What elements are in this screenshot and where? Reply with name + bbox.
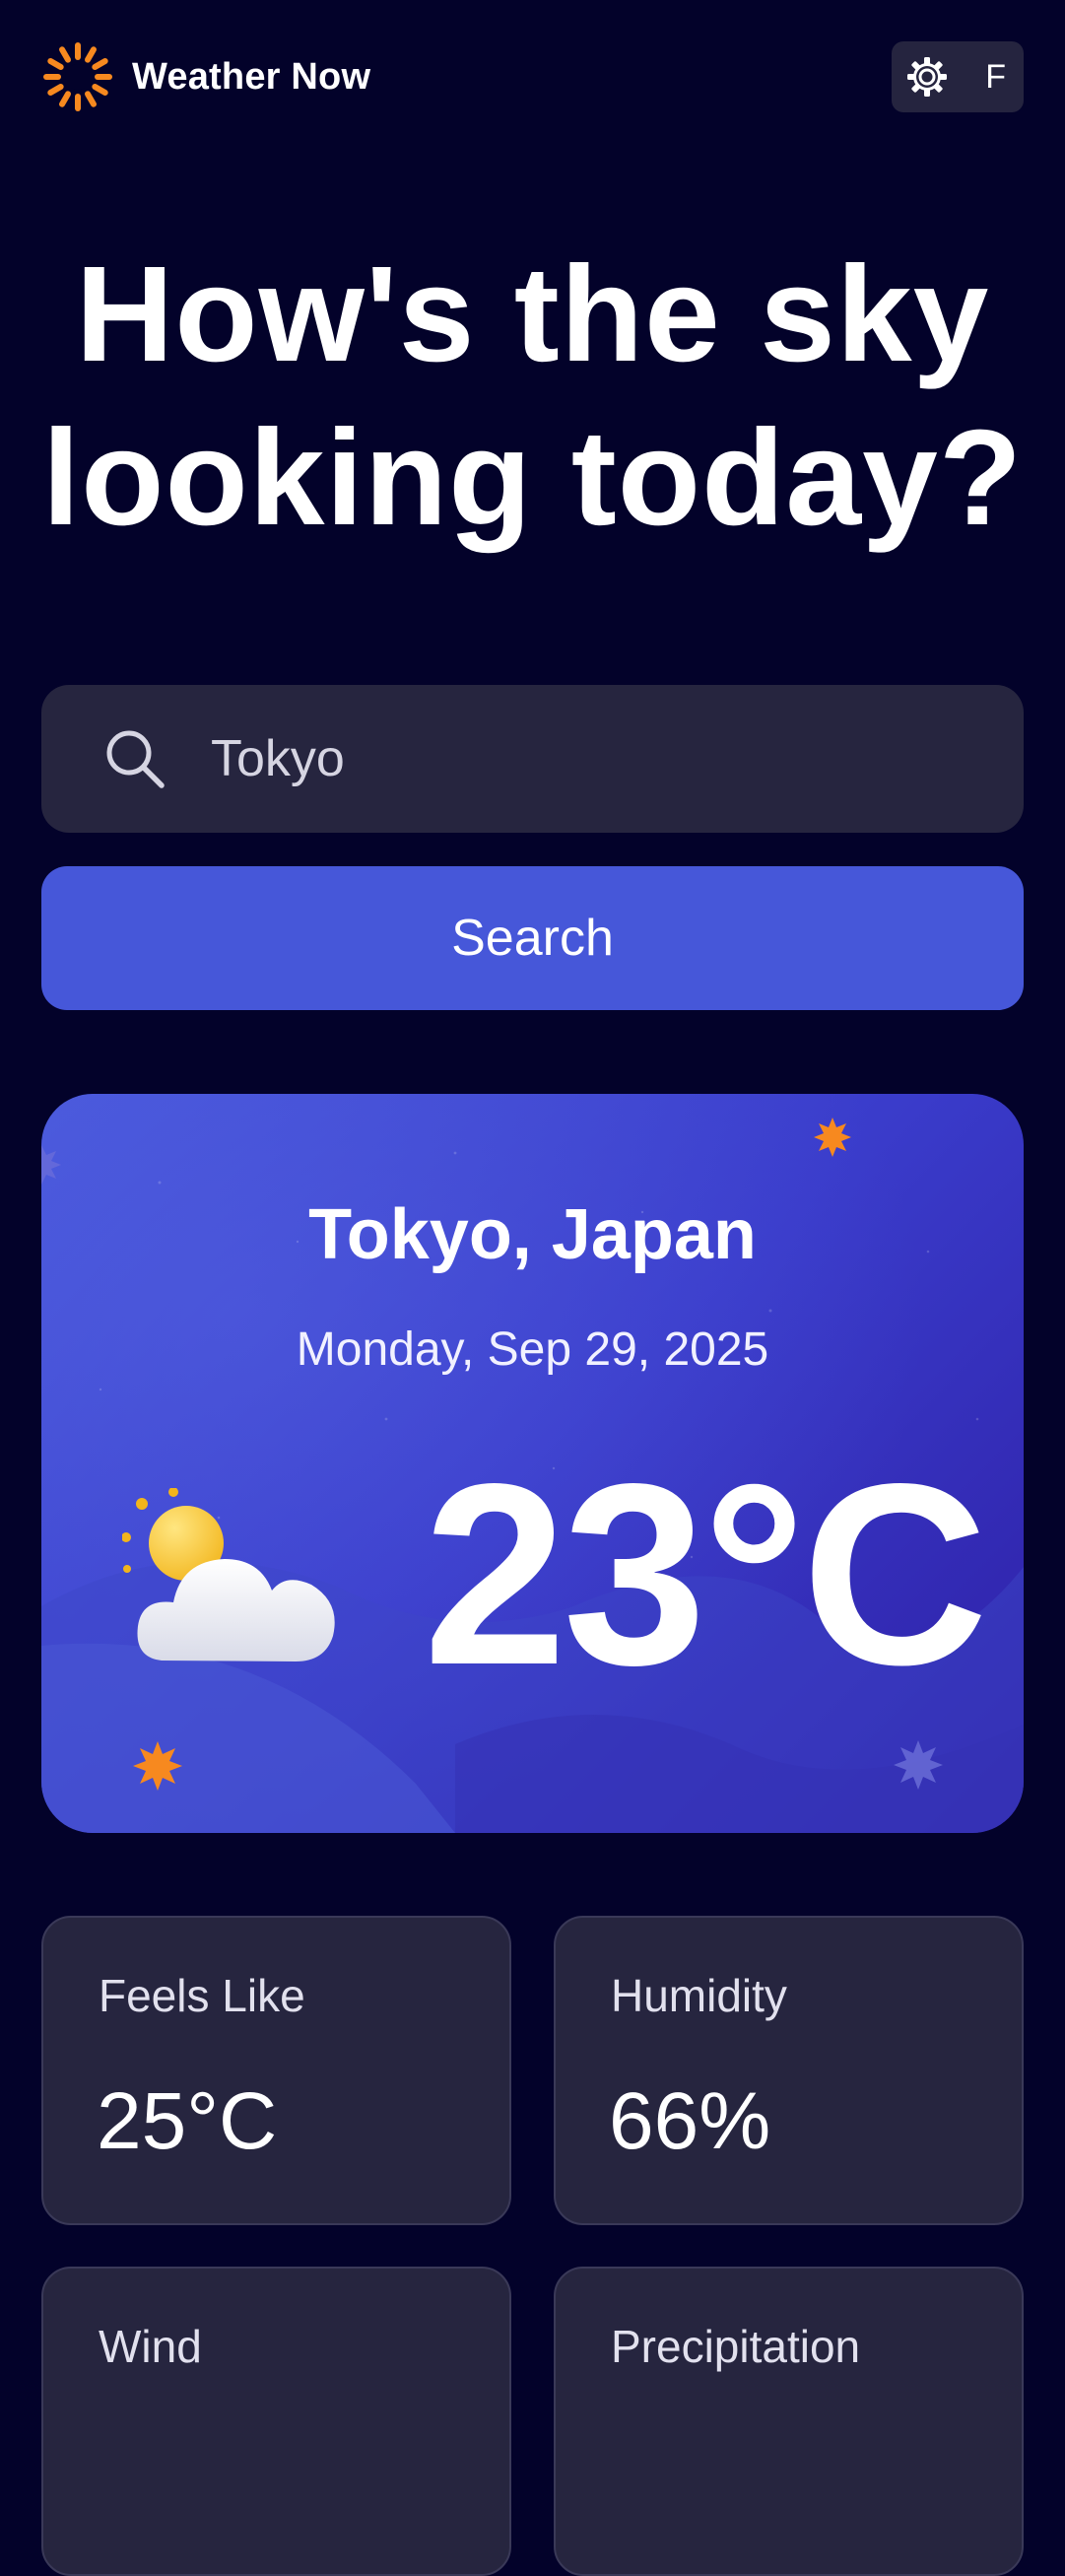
stat-value: 25°C bbox=[97, 2076, 278, 2166]
sun-icon bbox=[43, 42, 112, 111]
search-button[interactable]: Search bbox=[41, 866, 1024, 1010]
current-weather-card: Tokyo, Japan Monday, Sep 29, 2025 23°C bbox=[41, 1094, 1024, 1833]
search-icon bbox=[106, 730, 165, 788]
brand[interactable]: Weather Now bbox=[41, 40, 370, 113]
stat-label: Wind bbox=[99, 2321, 202, 2372]
page-title: How's the sky looking today? bbox=[0, 233, 1065, 560]
stat-label: Feels Like bbox=[99, 1970, 305, 2021]
feels-like-card: Feels Like 25°C bbox=[41, 1916, 511, 2225]
current-temperature: 23°C bbox=[423, 1430, 988, 1719]
precipitation-card: Precipitation bbox=[554, 2267, 1024, 2576]
gear-icon bbox=[907, 57, 947, 97]
units-settings-button[interactable]: F bbox=[892, 41, 1024, 112]
stat-value: 66% bbox=[609, 2076, 771, 2166]
search-input[interactable] bbox=[211, 685, 1024, 833]
page-title-line-2: looking today? bbox=[41, 402, 1024, 554]
humidity-card: Humidity 66% bbox=[554, 1916, 1024, 2225]
partly-cloudy-icon bbox=[122, 1488, 335, 1661]
stat-label: Humidity bbox=[611, 1970, 787, 2021]
unit-label: F bbox=[985, 57, 1006, 96]
page-title-line-1: How's the sky bbox=[75, 238, 990, 390]
search-box[interactable] bbox=[41, 685, 1024, 833]
wind-card: Wind bbox=[41, 2267, 511, 2576]
stat-label: Precipitation bbox=[611, 2321, 861, 2372]
current-date: Monday, Sep 29, 2025 bbox=[296, 1323, 769, 1376]
brand-name: Weather Now bbox=[132, 55, 371, 98]
app-header: Weather Now F bbox=[41, 39, 1024, 114]
location-name: Tokyo, Japan bbox=[308, 1195, 757, 1274]
